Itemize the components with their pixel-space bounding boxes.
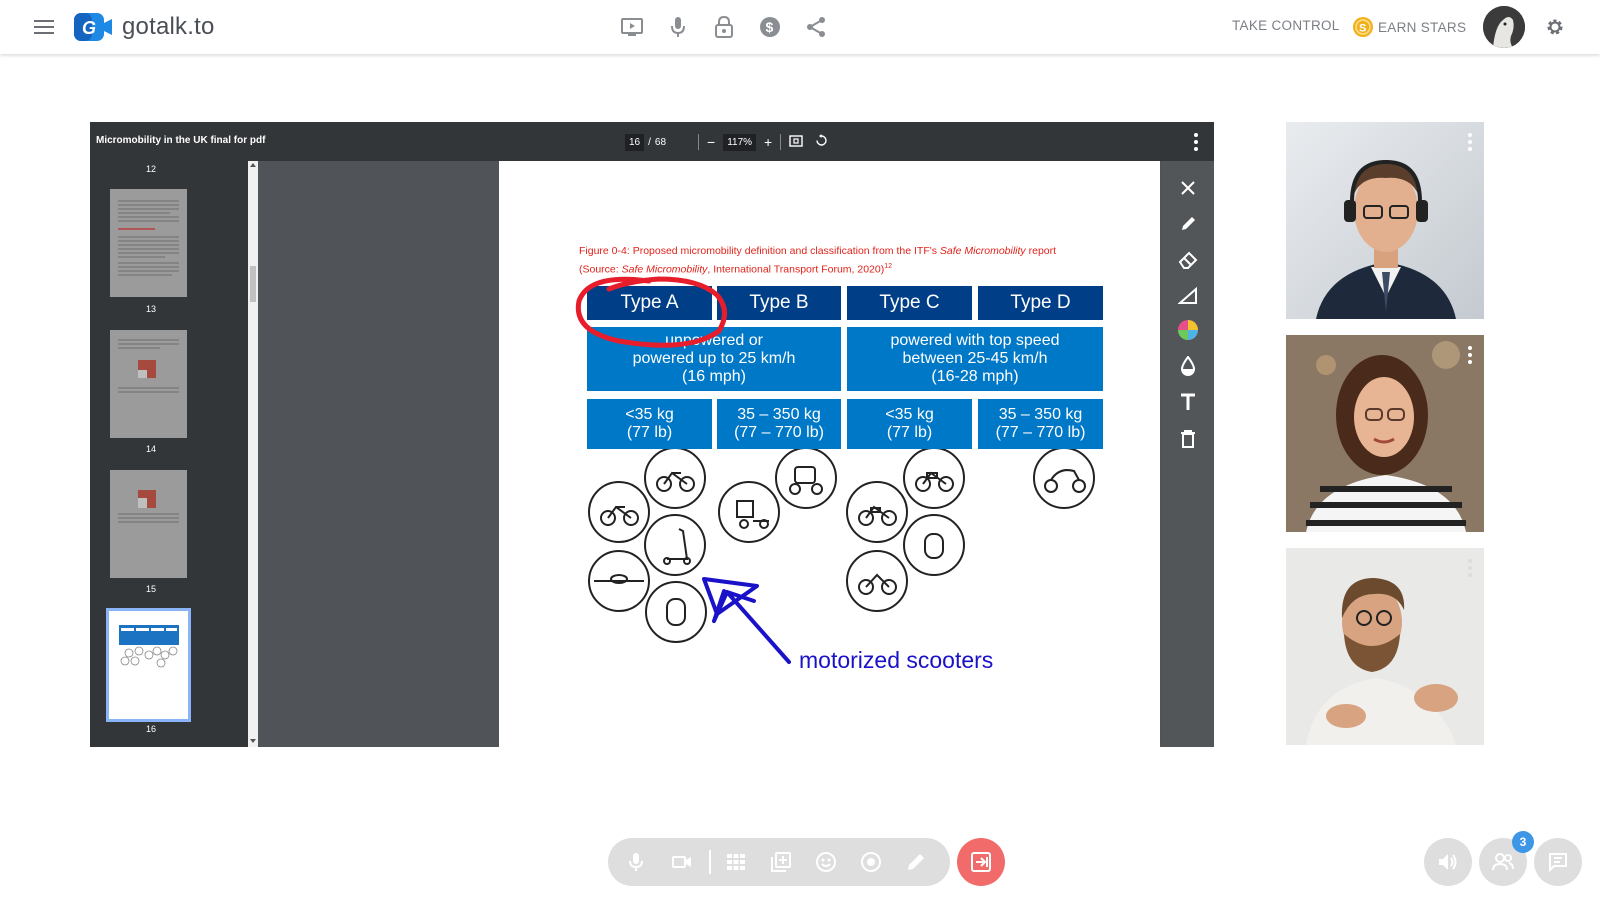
earn-stars-button[interactable]: S EARN STARS [1352, 16, 1466, 38]
zoom-in-icon[interactable]: + [764, 134, 772, 150]
thumbnail-label: 12 [145, 164, 156, 174]
page-indicator: 16 / 68 [625, 131, 666, 153]
pdf-toolbar: Micromobility in the UK final for pdf 16… [90, 122, 1214, 161]
total-pages: 68 [654, 136, 667, 148]
dollar-icon[interactable]: $ [758, 15, 782, 39]
video-menu-icon[interactable] [1468, 132, 1472, 152]
color-picker-icon[interactable] [1176, 318, 1200, 342]
thumbnail-label: 15 [145, 584, 156, 594]
sidebar-scrollbar[interactable] [248, 161, 258, 747]
earn-stars-label: EARN STARS [1378, 19, 1467, 35]
zoom-level[interactable]: 117% [723, 133, 757, 151]
grid-view-icon[interactable] [724, 850, 748, 874]
settings-gear-icon[interactable] [1543, 15, 1567, 39]
share-icon[interactable] [804, 15, 828, 39]
line-tool-icon[interactable] [1176, 284, 1200, 308]
pdf-viewer: Micromobility in the UK final for pdf 16… [90, 122, 1214, 747]
scrollbar-thumb[interactable] [250, 266, 256, 302]
pdf-page: Figure 0-4: Proposed micromobility defin… [499, 161, 1160, 747]
thumbnail-label: 13 [145, 304, 156, 314]
thumbnail-page-13[interactable] [110, 189, 187, 297]
draw-pencil-icon[interactable] [904, 850, 928, 874]
thumbnail-sidebar: 12 13 14 15 16 [90, 161, 248, 747]
camera-toggle-icon[interactable] [670, 850, 694, 874]
speaker-button[interactable] [1424, 838, 1472, 886]
participant-video-3[interactable] [1286, 548, 1484, 745]
add-content-icon[interactable] [769, 850, 793, 874]
svg-text:S: S [1359, 23, 1367, 35]
thumbnail-label: 16 [145, 724, 156, 734]
thumbnail-page-14[interactable] [110, 330, 187, 438]
thumbnail-page-15[interactable] [110, 470, 187, 578]
participants-icon [1492, 853, 1514, 871]
annotation-text: motorized scooters [799, 647, 994, 673]
speaker-icon [1439, 854, 1457, 870]
exit-icon [971, 852, 991, 872]
divider [709, 850, 711, 874]
text-tool-icon[interactable] [1176, 390, 1200, 414]
coin-icon: S [1353, 17, 1373, 37]
call-controls-bar [608, 838, 950, 886]
emoji-icon[interactable] [814, 850, 838, 874]
fit-page-icon[interactable] [789, 134, 803, 150]
participant-count-badge: 3 [1512, 831, 1534, 853]
user-avatar[interactable] [1483, 6, 1525, 48]
scroll-up-arrow[interactable] [250, 163, 256, 167]
take-control-button[interactable]: TAKE CONTROL [1232, 18, 1340, 33]
chat-icon [1549, 853, 1567, 872]
document-title: Micromobility in the UK final for pdf [96, 135, 266, 146]
svg-text:$: $ [766, 19, 774, 35]
close-icon[interactable] [1176, 176, 1200, 200]
svg-text:G: G [82, 18, 96, 38]
take-control-label: TAKE CONTROL [1232, 18, 1340, 33]
pencil-icon[interactable] [1176, 212, 1200, 236]
participant-video-2[interactable] [1286, 335, 1484, 532]
thumbnail-page-16-selected[interactable] [106, 608, 191, 722]
zoom-controls: − 117% + [690, 131, 828, 153]
video-menu-icon[interactable] [1468, 558, 1472, 578]
thumbnail-label: 14 [145, 444, 156, 454]
eraser-icon[interactable] [1176, 248, 1200, 272]
present-screen-icon[interactable] [620, 15, 644, 39]
divider [698, 134, 699, 150]
page-separator: / [648, 136, 651, 148]
top-bar: G gotalk.to $ TAKE CONTROL S EARN STARS [0, 0, 1600, 54]
lock-icon[interactable] [712, 15, 736, 39]
scroll-down-arrow[interactable] [250, 739, 256, 743]
video-menu-icon[interactable] [1468, 345, 1472, 365]
chat-button[interactable] [1534, 838, 1582, 886]
more-options-icon[interactable] [1194, 131, 1198, 153]
microphone-toggle-icon[interactable] [624, 850, 648, 874]
logo[interactable]: G gotalk.to [72, 11, 215, 43]
divider [780, 134, 782, 150]
opacity-drop-icon[interactable] [1176, 354, 1200, 378]
leave-call-button[interactable] [957, 838, 1005, 886]
record-icon[interactable] [859, 850, 883, 874]
logo-icon: G [74, 13, 112, 41]
zoom-out-icon[interactable]: − [707, 134, 715, 150]
microphone-icon[interactable] [666, 15, 690, 39]
current-page-input[interactable]: 16 [625, 133, 645, 151]
menu-icon[interactable] [32, 15, 56, 39]
logo-text: gotalk.to [122, 13, 215, 40]
trash-icon[interactable] [1176, 427, 1200, 451]
annotation-toolbar [1162, 161, 1214, 747]
rotate-icon[interactable] [815, 134, 828, 150]
participant-video-1[interactable] [1286, 122, 1484, 319]
